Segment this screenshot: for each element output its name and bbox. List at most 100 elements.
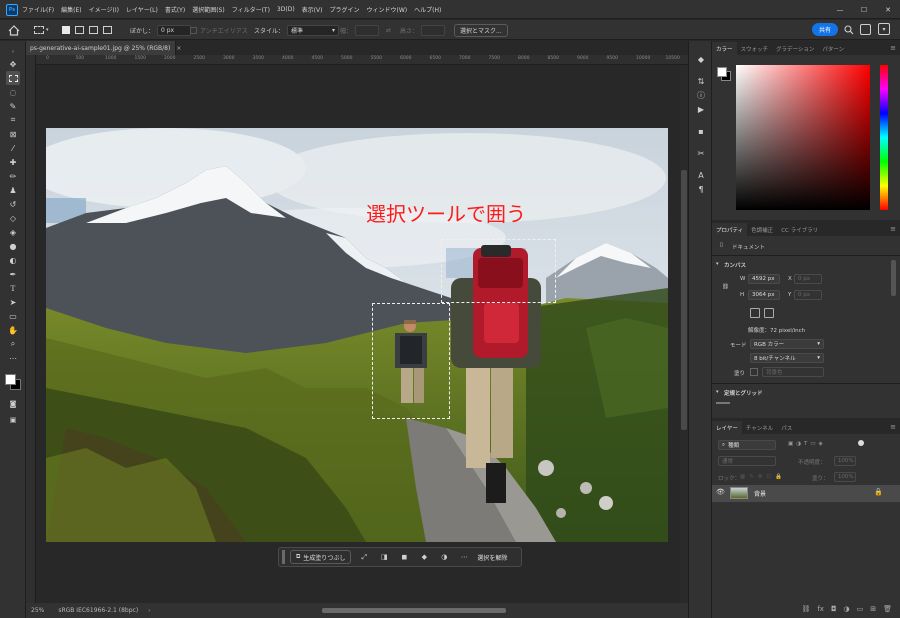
menu-item[interactable]: 書式(Y) xyxy=(165,5,185,14)
style-select[interactable]: 標準 ▾ xyxy=(287,24,340,36)
new-group-icon[interactable]: ▭ xyxy=(857,605,864,613)
rectangle-tool-icon[interactable]: ▭ xyxy=(6,309,20,323)
trash-icon[interactable]: 🗑 xyxy=(883,605,892,613)
character-icon[interactable]: A xyxy=(695,169,707,181)
maximize-button[interactable]: ☐ xyxy=(852,0,876,19)
share-button[interactable]: 共有 xyxy=(812,23,838,36)
frame-tool-icon[interactable]: ⊠ xyxy=(6,127,20,141)
menu-item[interactable]: 3D(D) xyxy=(277,6,295,13)
height-input[interactable] xyxy=(421,24,446,36)
selection-mode-icons[interactable] xyxy=(62,23,112,37)
subtract-selection-icon[interactable] xyxy=(89,26,98,34)
rectangular-marquee-tool-icon[interactable] xyxy=(6,71,20,85)
fill-selection-icon[interactable]: ◆ xyxy=(417,550,431,564)
hue-slider[interactable] xyxy=(880,65,888,210)
zoom-level[interactable]: 25% xyxy=(31,607,44,614)
path-selection-tool-icon[interactable]: ➤ xyxy=(6,295,20,309)
comments-icon[interactable]: ▪ xyxy=(695,125,707,137)
paint-bucket-tool-icon[interactable]: ◈ xyxy=(6,225,20,239)
zoom-tool-icon[interactable]: ⌕ xyxy=(6,337,20,351)
selection-marquee-small[interactable] xyxy=(372,303,450,419)
move-tool-icon[interactable]: ✥ xyxy=(6,57,20,71)
close-window-button[interactable]: ✕ xyxy=(876,0,900,19)
filter-toggle-icon[interactable] xyxy=(858,440,864,446)
status-chevron-icon[interactable]: › xyxy=(148,608,150,614)
fill-select[interactable]: 背景色 xyxy=(762,367,824,377)
crop-tool-icon[interactable]: ⌗ xyxy=(6,113,20,127)
home-icon[interactable] xyxy=(8,23,20,37)
panel-menu-icon[interactable]: ≡ xyxy=(890,44,896,52)
lasso-tool-icon[interactable]: ◌ xyxy=(6,85,20,99)
history-brush-tool-icon[interactable]: ↺ xyxy=(6,197,20,211)
opacity-field[interactable]: 100% xyxy=(834,456,856,466)
y-field[interactable]: 0 px xyxy=(794,290,822,300)
adjustments-icon[interactable]: ⇅ xyxy=(695,75,707,87)
layers-menu-icon[interactable]: ≡ xyxy=(890,423,896,431)
play-actions-icon[interactable]: ▶ xyxy=(695,103,707,115)
more-options-icon[interactable]: ⋯ xyxy=(457,550,471,564)
photoshop-logo[interactable]: Ps xyxy=(6,4,18,16)
clone-stamp-tool-icon[interactable]: ♟ xyxy=(6,183,20,197)
menu-item[interactable]: 表示(V) xyxy=(302,5,323,14)
menu-item[interactable]: フィルター(T) xyxy=(232,5,270,14)
add-mask-icon[interactable]: ◘ xyxy=(831,605,837,613)
layer-row-background[interactable]: 👁 背景 🔒 xyxy=(712,485,900,502)
properties-scrollbar[interactable] xyxy=(891,260,896,296)
document-tab[interactable]: ps-generative-ai-sample01.jpg @ 25% (RGB… xyxy=(26,41,181,55)
horizontal-scrollbar-thumb[interactable] xyxy=(322,608,506,613)
menu-item[interactable]: イメージ(I) xyxy=(89,5,119,14)
fill-opacity-field[interactable]: 100% xyxy=(834,472,856,482)
blur-tool-icon[interactable]: ● xyxy=(6,239,20,253)
intersect-selection-icon[interactable] xyxy=(103,26,112,34)
bit-depth-select[interactable]: 8 bit/チャンネル ▾ xyxy=(750,353,824,363)
type-tool-icon[interactable]: T xyxy=(6,281,20,295)
panel-tab[interactable]: CC ライブラリ xyxy=(777,223,822,236)
section-resize-handle[interactable] xyxy=(716,402,730,404)
menu-item[interactable]: プラグイン xyxy=(329,5,359,14)
marquee-preset-icon[interactable]: ▾ xyxy=(34,23,49,37)
panel-tab[interactable]: グラデーション xyxy=(772,42,818,55)
new-selection-icon[interactable] xyxy=(62,26,70,34)
quick-mask-icon[interactable]: ◙ xyxy=(6,397,20,411)
menu-item[interactable]: レイヤー(L) xyxy=(126,5,158,14)
layer-filter-select[interactable]: ⌕ 種類 xyxy=(718,440,776,450)
menu-item[interactable]: ファイル(F) xyxy=(22,5,54,14)
layer-name[interactable]: 背景 xyxy=(754,489,766,498)
close-tab-icon[interactable]: × xyxy=(176,45,181,52)
create-mask-icon[interactable]: ◼ xyxy=(397,550,411,564)
dodge-tool-icon[interactable]: ◐ xyxy=(6,253,20,267)
invert-selection-icon[interactable]: ◨ xyxy=(377,550,391,564)
brush-tool-icon[interactable]: ✏ xyxy=(6,169,20,183)
width-input[interactable] xyxy=(355,24,380,36)
object-selection-tool-icon[interactable]: ✎ xyxy=(6,99,20,113)
select-and-mask-button[interactable]: 選択とマスク... xyxy=(454,23,508,37)
eyedropper-tool-icon[interactable]: ⁄ xyxy=(6,141,20,155)
panel-tab[interactable]: カラー xyxy=(712,42,737,55)
eye-icon[interactable]: 👁 xyxy=(716,488,725,496)
fill-swatch[interactable] xyxy=(750,368,758,376)
workspace-menu-icon[interactable]: ▾ xyxy=(878,23,890,35)
mode-select[interactable]: RGB カラー ▾ xyxy=(750,339,824,349)
screen-mode-icon[interactable]: ▣ xyxy=(6,413,20,427)
eraser-tool-icon[interactable]: ◇ xyxy=(6,211,20,225)
menu-item[interactable]: ウィンドウ(W) xyxy=(366,5,407,14)
swap-icon[interactable]: ⇄ xyxy=(386,23,391,37)
drag-handle[interactable] xyxy=(282,550,285,564)
selection-marquee-large[interactable] xyxy=(441,239,556,303)
document-canvas-image[interactable] xyxy=(46,128,668,542)
menu-item[interactable]: 選択範囲(S) xyxy=(192,5,225,14)
more-tools-icon[interactable]: ⋯ xyxy=(6,351,20,365)
panel-tab[interactable]: プロパティ xyxy=(712,223,748,236)
feather-input[interactable]: 0 px xyxy=(157,24,192,36)
link-layers-icon[interactable]: ⛓ xyxy=(801,605,810,613)
lock-icon[interactable]: 🔒 xyxy=(874,488,883,496)
color-picker-field[interactable] xyxy=(736,65,870,210)
new-layer-icon[interactable]: ⊞ xyxy=(870,605,876,613)
foreground-color-swatch[interactable] xyxy=(5,374,16,385)
generative-fill-button[interactable]: ⧉ 生成塗りつぶし xyxy=(290,550,352,564)
link-icon[interactable]: ⛓ xyxy=(722,284,729,290)
panel-tab[interactable]: パターン xyxy=(818,42,848,55)
guides-collapse-icon[interactable]: ▾ xyxy=(716,389,719,395)
menu-item[interactable]: ヘルプ(H) xyxy=(414,5,441,14)
info-icon[interactable]: ⓘ xyxy=(695,89,707,101)
